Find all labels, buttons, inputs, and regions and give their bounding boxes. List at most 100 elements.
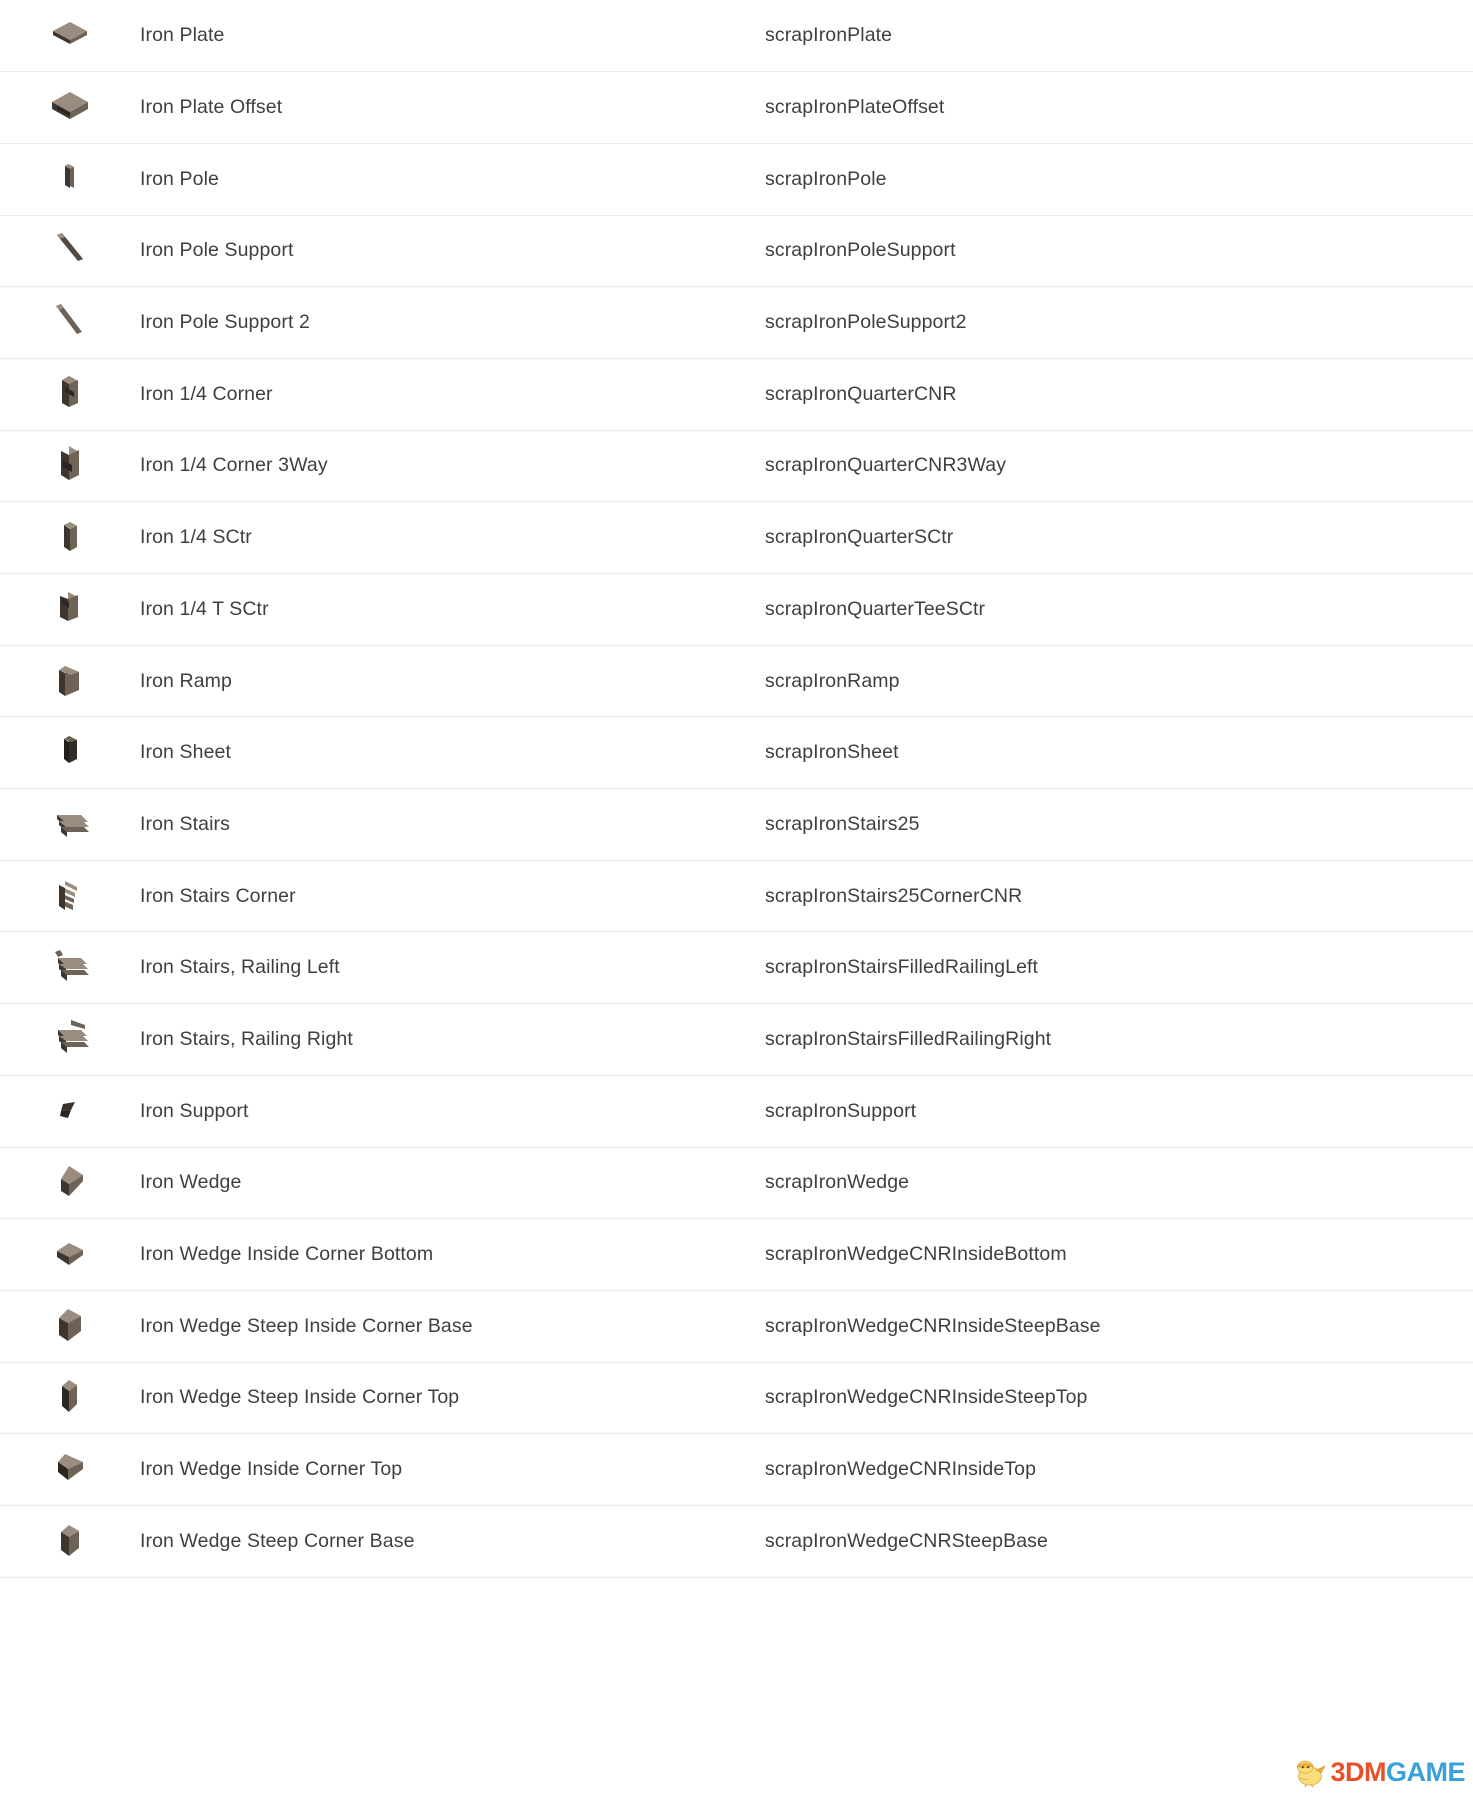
table-row: Iron Ramp scrapIronRamp (0, 645, 1473, 718)
item-display-name: Iron 1/4 Corner (140, 358, 765, 431)
item-internal-id: scrapIronQuarterCNR3Way (765, 430, 1473, 503)
table-row: Iron Wedge Steep Corner Base scrapIronWed… (0, 1505, 1473, 1578)
item-icon-cell (0, 358, 140, 431)
item-internal-id: scrapIronSheet (765, 716, 1473, 790)
table-row: Iron 1/4 Corner 3Way scrapIronQuarterCNR3… (0, 430, 1473, 503)
item-internal-id: scrapIronQuarterTeeSCtr (765, 573, 1473, 646)
item-icon-cell (0, 1218, 140, 1291)
item-icon-cell (0, 1362, 140, 1435)
item-display-name: Iron Pole Support (140, 215, 765, 288)
item-icon-cell (0, 1505, 140, 1578)
item-icon-cell (0, 143, 140, 216)
iron-plate-offset-icon (41, 76, 99, 134)
iron-wedge-icon (41, 1151, 99, 1209)
item-display-name: Iron Wedge Steep Inside Corner Top (140, 1362, 765, 1435)
table-row: Iron Support scrapIronSupport (0, 1075, 1473, 1148)
iron-wedge-steep-corner-base-icon (41, 1510, 99, 1568)
item-icon-cell (0, 788, 140, 861)
table-row: Iron Wedge Steep Inside Corner Top scrapI… (0, 1362, 1473, 1435)
item-display-name: Iron Wedge Inside Corner Bottom (140, 1218, 765, 1291)
item-internal-id: scrapIronWedgeCNRSteepBase (765, 1505, 1473, 1578)
item-display-name: Iron Plate (140, 0, 765, 73)
table-row: Iron Wedge scrapIronWedge (0, 1147, 1473, 1220)
item-icon-cell (0, 430, 140, 503)
table-row: Iron 1/4 SCtr scrapIronQuarterSCtr (0, 501, 1473, 574)
item-internal-id: scrapIronStairs25 (765, 788, 1473, 861)
item-icon-cell (0, 1433, 140, 1506)
watermark-text-3dm: 3DMGAME (1330, 1756, 1465, 1787)
watermark-3dmgame: 3DMGAME (1292, 1756, 1466, 1787)
item-icon-cell (0, 860, 140, 933)
item-display-name: Iron Wedge Inside Corner Top (140, 1433, 765, 1506)
iron-stairs-icon (41, 793, 99, 851)
item-icon-cell (0, 1075, 140, 1148)
iron-quarter-corner-3way-icon (41, 434, 99, 492)
iron-quarter-sctr-icon (41, 506, 99, 564)
table-row: Iron Wedge Steep Inside Corner Base scrap… (0, 1290, 1473, 1363)
iron-sheet-icon (41, 721, 99, 779)
item-icon-cell (0, 286, 140, 359)
table-row: Iron Wedge Inside Corner Bottom scrapIron… (0, 1218, 1473, 1291)
table-row: Iron Sheet scrapIronSheet (0, 716, 1473, 790)
item-display-name: Iron Wedge Steep Corner Base (140, 1505, 765, 1578)
item-internal-id: scrapIronWedgeCNRInsideTop (765, 1433, 1473, 1506)
iron-stairs-railing-right-icon (41, 1008, 99, 1066)
item-internal-id: scrapIronSupport (765, 1075, 1473, 1148)
item-display-name: Iron Stairs (140, 788, 765, 861)
item-display-name: Iron 1/4 SCtr (140, 501, 765, 574)
chick-mascot-icon (1297, 1760, 1327, 1787)
table-row: Iron Pole Support scrapIronPoleSupport (0, 215, 1473, 288)
item-display-name: Iron Support (140, 1075, 765, 1148)
item-display-name: Iron 1/4 T SCtr (140, 573, 765, 646)
iron-wedge-inside-corner-bottom-icon (41, 1223, 99, 1281)
table-row: Iron Wedge Inside Corner Top scrapIronWed… (0, 1433, 1473, 1506)
item-internal-id: scrapIronStairsFilledRailingRight (765, 1003, 1473, 1076)
item-internal-id: scrapIronQuarterSCtr (765, 501, 1473, 574)
item-internal-id: scrapIronWedgeCNRInsideSteepBase (765, 1290, 1473, 1363)
iron-pole-icon (41, 148, 99, 206)
item-icon-cell (0, 1290, 140, 1363)
table-row: Iron Pole scrapIronPole (0, 143, 1473, 216)
iron-ramp-icon (41, 650, 99, 708)
table-body: Iron Plate scrapIronPlate Iron Plate Offs… (0, 0, 1473, 1578)
iron-quarter-corner-icon (41, 363, 99, 421)
table-row: Iron 1/4 Corner scrapIronQuarterCNR (0, 358, 1473, 431)
item-display-name: Iron Stairs Corner (140, 860, 765, 933)
item-icon-cell (0, 645, 140, 718)
iron-quarter-tee-sctr-icon (41, 578, 99, 636)
item-internal-id: scrapIronWedge (765, 1147, 1473, 1220)
item-icon-cell (0, 1147, 140, 1220)
iron-wedge-steep-inside-corner-top-icon (41, 1366, 99, 1424)
item-display-name: Iron 1/4 Corner 3Way (140, 430, 765, 503)
item-icon-cell (0, 501, 140, 574)
item-icon-cell (0, 0, 140, 73)
item-internal-id: scrapIronRamp (765, 645, 1473, 718)
item-display-name: Iron Stairs, Railing Left (140, 931, 765, 1005)
iron-pole-support-icon (41, 219, 99, 277)
item-display-name: Iron Ramp (140, 645, 765, 718)
item-icon-cell (0, 573, 140, 646)
table-row: Iron 1/4 T SCtr scrapIronQuarterTeeSCtr (0, 573, 1473, 646)
table-row: Iron Plate Offset scrapIronPlateOffset (0, 71, 1473, 144)
item-internal-id: scrapIronWedgeCNRInsideBottom (765, 1218, 1473, 1291)
item-display-name: Iron Wedge Steep Inside Corner Base (140, 1290, 765, 1363)
item-internal-id: scrapIronPoleSupport (765, 215, 1473, 288)
item-icon-cell (0, 716, 140, 790)
item-display-name: Iron Wedge (140, 1147, 765, 1220)
item-display-name: Iron Pole (140, 143, 765, 216)
item-internal-id: scrapIronStairsFilledRailingLeft (765, 931, 1473, 1005)
item-internal-id: scrapIronPole (765, 143, 1473, 216)
item-display-name: Iron Stairs, Railing Right (140, 1003, 765, 1076)
table-row: Iron Stairs scrapIronStairs25 (0, 788, 1473, 861)
table-row: Iron Stairs, Railing Right scrapIronStair… (0, 1003, 1473, 1076)
item-icon-cell (0, 71, 140, 144)
item-internal-id: scrapIronPoleSupport2 (765, 286, 1473, 359)
item-internal-id: scrapIronQuarterCNR (765, 358, 1473, 431)
iron-pole-support-2-icon (41, 291, 99, 349)
item-internal-id: scrapIronPlateOffset (765, 71, 1473, 144)
item-internal-id: scrapIronStairs25CornerCNR (765, 860, 1473, 933)
table-row: Iron Plate scrapIronPlate (0, 0, 1473, 73)
item-display-name: Iron Pole Support 2 (140, 286, 765, 359)
item-icon-cell (0, 1003, 140, 1076)
iron-stairs-railing-left-icon (41, 936, 99, 994)
